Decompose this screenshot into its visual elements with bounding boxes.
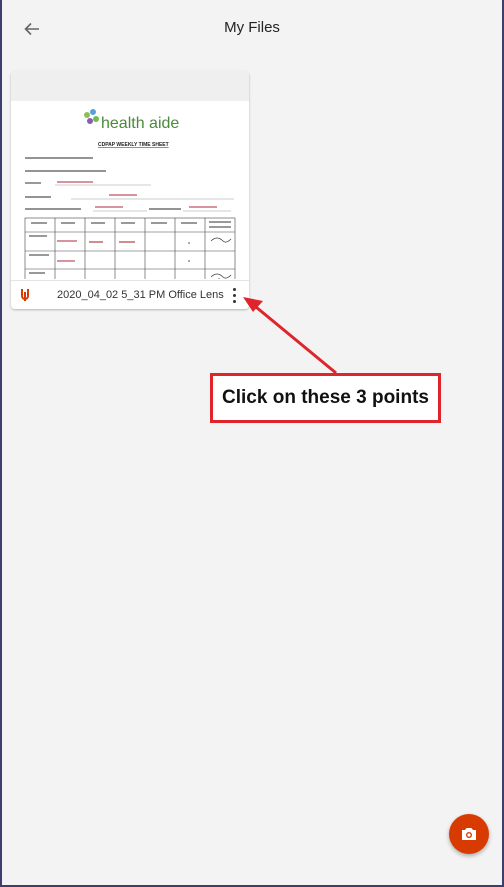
window-border-left: [0, 0, 2, 887]
office-lens-icon: [21, 289, 29, 301]
page-title: My Files: [224, 19, 280, 36]
more-options-icon[interactable]: [228, 285, 242, 305]
file-name: 2020_04_02 5_31 PM Office Lens: [57, 289, 224, 301]
health-aide-logo: health aide: [84, 109, 179, 132]
logo-text: health aide: [101, 115, 179, 132]
file-card[interactable]: health aide CDPAP WEEKLY TIME SHEET 2020…: [11, 71, 249, 309]
file-card-footer: 2020_04_02 5_31 PM Office Lens: [11, 280, 249, 309]
app-bar: My Files: [2, 0, 502, 58]
camera-icon: [462, 828, 476, 840]
doc-title: CDPAP WEEKLY TIME SHEET: [98, 142, 169, 148]
thumbnail-header: [11, 71, 249, 101]
annotation-callout: Click on these 3 points: [210, 373, 441, 423]
timesheet-table: [24, 217, 236, 279]
file-thumbnail: health aide CDPAP WEEKLY TIME SHEET: [11, 101, 249, 279]
document-preview: health aide CDPAP WEEKLY TIME SHEET: [24, 109, 236, 279]
camera-button[interactable]: [449, 814, 489, 854]
